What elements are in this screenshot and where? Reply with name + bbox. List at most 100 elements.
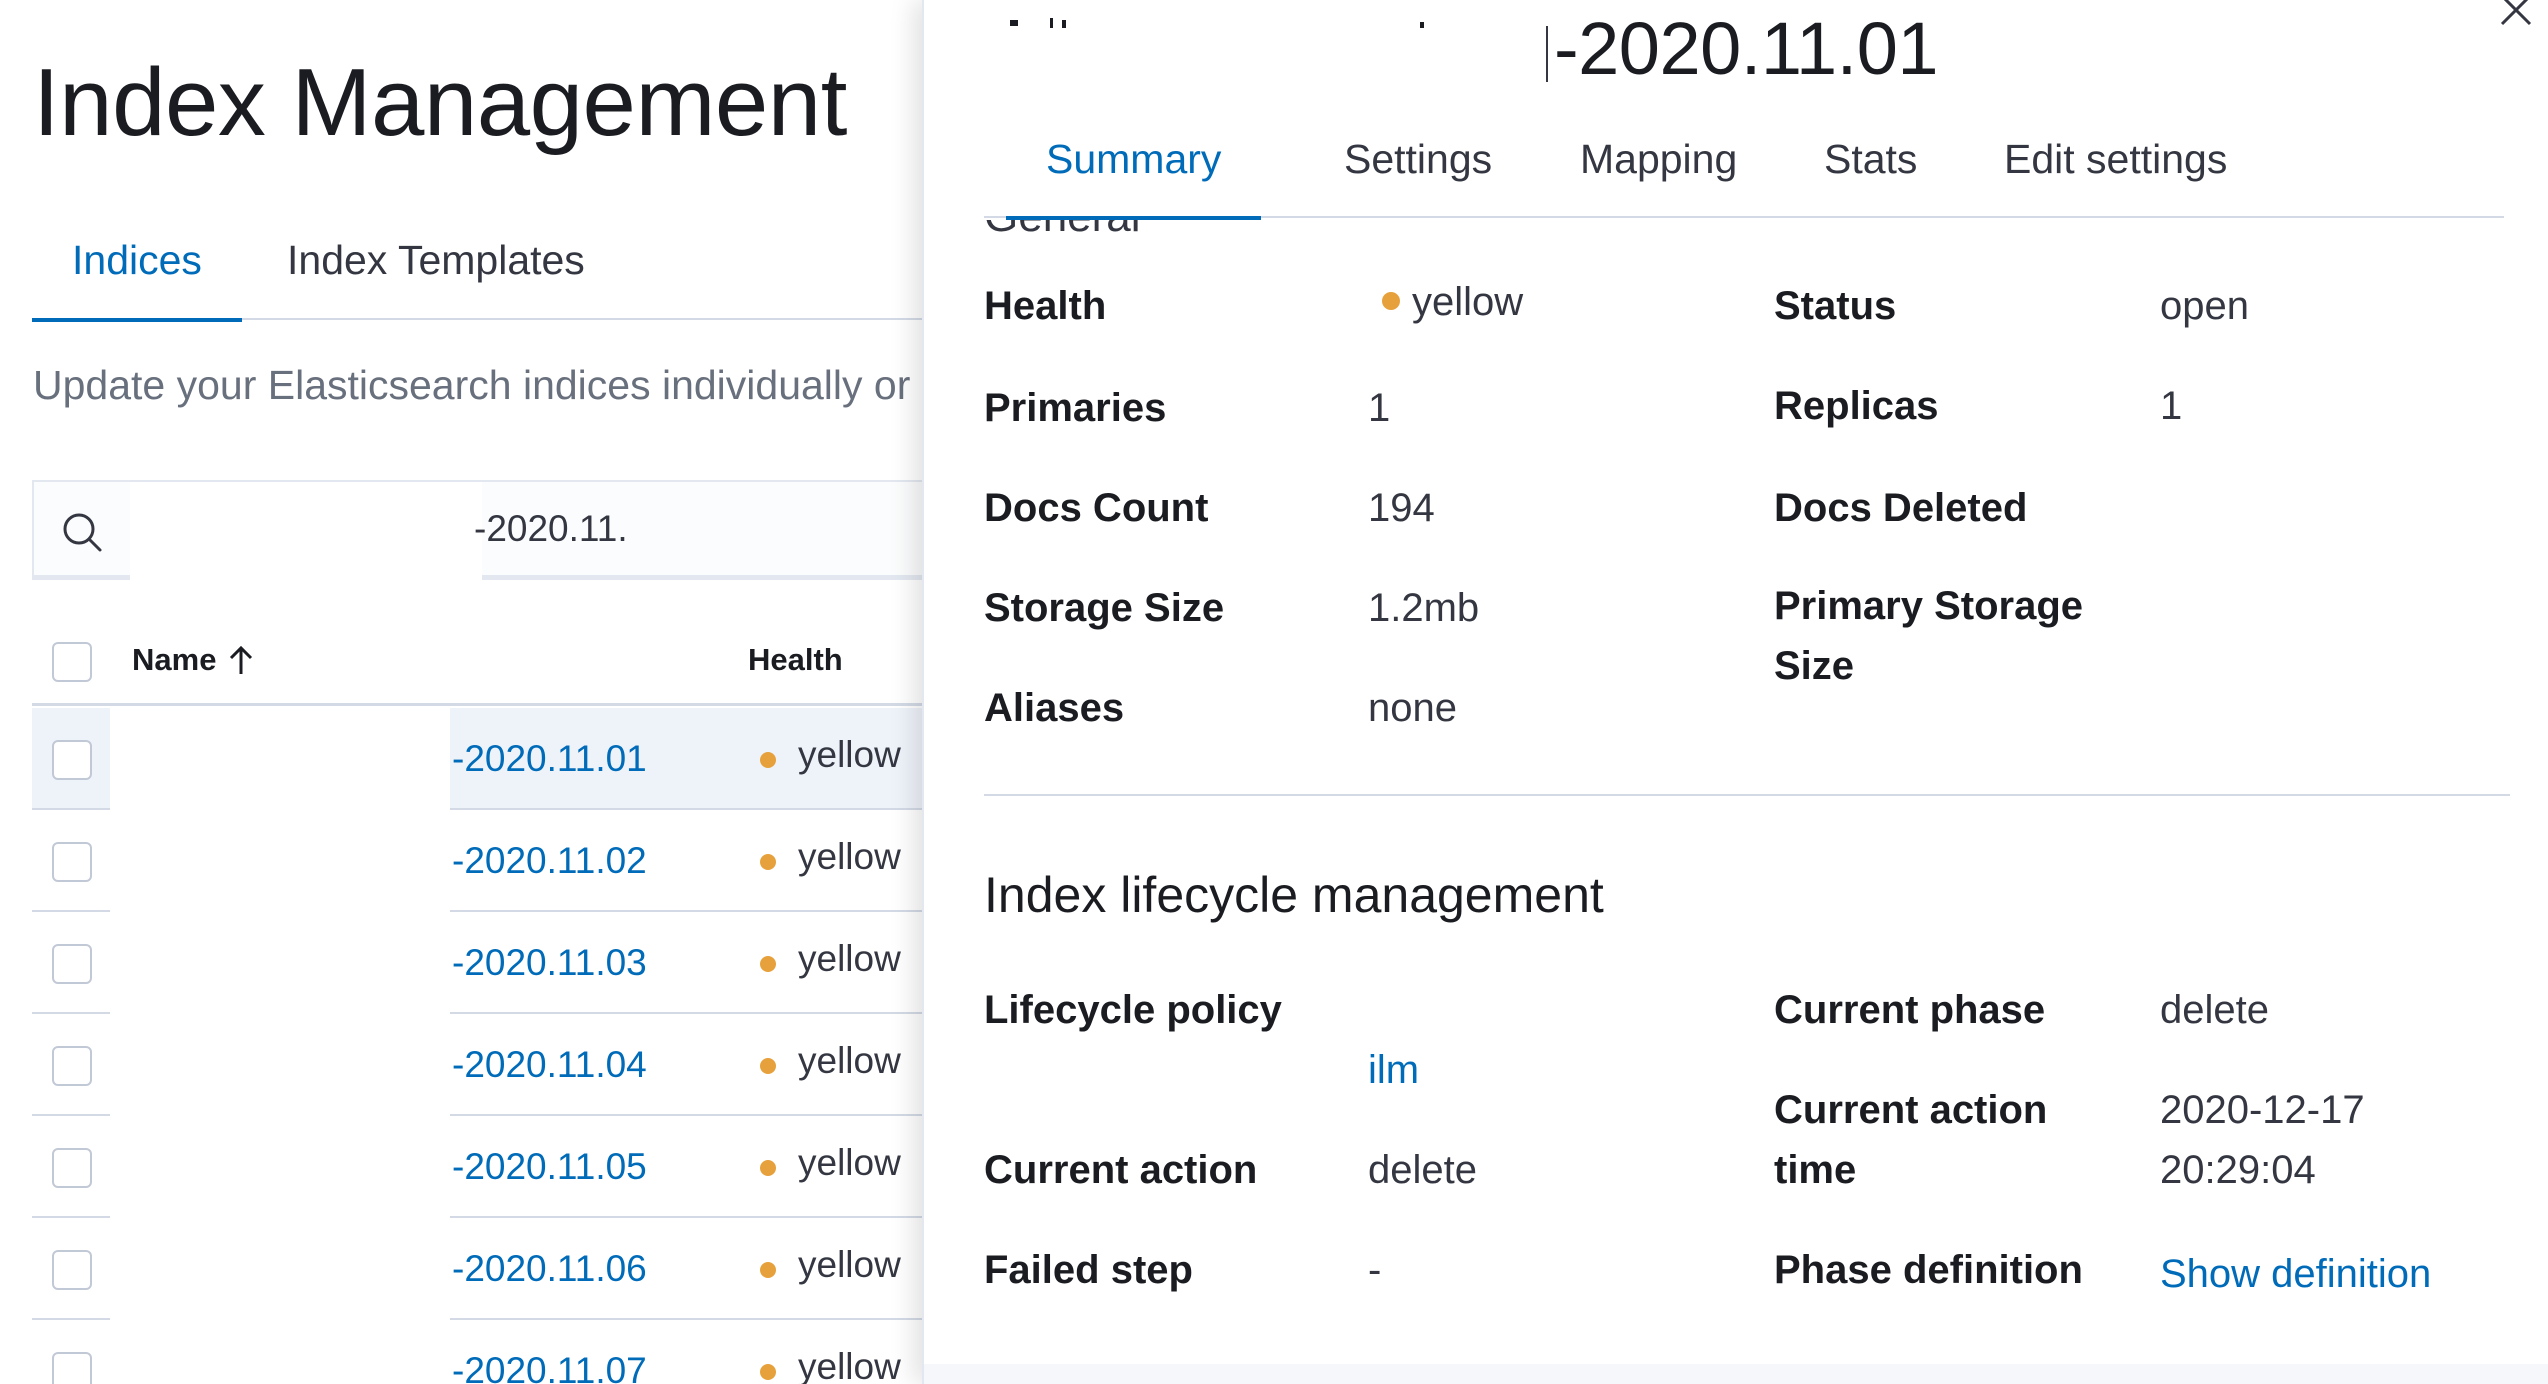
close-icon[interactable] <box>2496 0 2536 30</box>
health-dot-icon <box>1382 292 1400 310</box>
tab-settings[interactable]: Settings <box>1344 120 1492 218</box>
health-value: yellow <box>798 734 901 775</box>
current-action-time-clock: 20:29:04 <box>2160 1148 2316 1192</box>
flyout-title: -2020.11.01 <box>1546 6 1939 91</box>
index-management-tabs: Indices Index Templates <box>32 228 932 322</box>
health-dot-icon <box>760 1364 776 1380</box>
health-value: yellow <box>798 836 901 877</box>
table-row[interactable]: -2020.11.05 yellow <box>32 1116 952 1220</box>
index-name-link[interactable]: -2020.11.04 <box>452 1044 647 1086</box>
row-checkbox[interactable] <box>52 740 92 780</box>
current-action-label: Current action <box>984 1148 1258 1192</box>
index-name-link[interactable]: -2020.11.06 <box>452 1248 647 1290</box>
tab-summary[interactable]: Summary <box>1005 120 1262 220</box>
redacted-area <box>110 912 450 1016</box>
aliases-value: none <box>1368 686 1457 730</box>
tab-mapping[interactable]: Mapping <box>1580 120 1737 218</box>
docs-count-label: Docs Count <box>984 486 1209 530</box>
current-action-time-date: 2020-12-17 <box>2160 1088 2365 1132</box>
index-name-link[interactable]: -2020.11.07 <box>452 1350 647 1384</box>
current-action-time-label: Current action <box>1774 1088 2048 1132</box>
select-all-checkbox[interactable] <box>52 642 92 682</box>
current-phase-label: Current phase <box>1774 988 2046 1032</box>
row-checkbox[interactable] <box>52 944 92 984</box>
health-value: yellow <box>798 1346 901 1384</box>
flyout-footer <box>924 1364 2548 1384</box>
row-checkbox[interactable] <box>52 1250 92 1290</box>
lifecycle-policy-label: Lifecycle policy <box>984 988 1282 1032</box>
redacted-area <box>110 1014 450 1118</box>
health-dot-icon <box>760 1160 776 1176</box>
index-name-link[interactable]: -2020.11.02 <box>452 840 647 882</box>
redacted-area <box>110 1116 450 1220</box>
health-dot-icon <box>760 956 776 972</box>
health-dot-icon <box>760 1058 776 1074</box>
current-phase-value: delete <box>2160 988 2269 1032</box>
table-row[interactable]: -2020.11.04 yellow <box>32 1014 952 1118</box>
current-action-time-label-line2: time <box>1774 1148 1857 1192</box>
row-checkbox[interactable] <box>52 842 92 882</box>
flyout-body[interactable]: General Health yellow Status open Primar… <box>984 220 2510 1364</box>
tab-edit-settings[interactable]: Edit settings <box>2004 120 2227 218</box>
row-checkbox[interactable] <box>52 1148 92 1188</box>
table-row[interactable]: -2020.11.07 yellow <box>32 1320 952 1384</box>
text-caret <box>1546 26 1548 82</box>
redacted-area <box>110 810 450 914</box>
search-value: -2020.11. <box>474 508 628 549</box>
table-row[interactable]: -2020.11.01 yellow <box>32 708 952 812</box>
docs-count-value: 194 <box>1368 486 1435 530</box>
sort-ascending-icon[interactable] <box>226 644 256 676</box>
flyout-title-text: -2020.11.01 <box>1554 7 1939 90</box>
current-action-value: delete <box>1368 1148 1477 1192</box>
failed-step-value: - <box>1368 1248 1382 1292</box>
redacted-area <box>110 708 450 812</box>
health-dot-icon <box>760 854 776 870</box>
docs-deleted-label: Docs Deleted <box>1774 486 2028 530</box>
health-value: yellow <box>798 1040 901 1081</box>
table-row[interactable]: -2020.11.03 yellow <box>32 912 952 1016</box>
page-title: Index Management <box>33 49 847 156</box>
ilm-heading: Index lifecycle management <box>984 867 1604 923</box>
search-input[interactable]: -2020.11. <box>32 480 952 580</box>
health-value: yellow <box>798 1244 901 1285</box>
primary-storage-size-label-line2: Size <box>1774 644 1855 688</box>
storage-size-label: Storage Size <box>984 586 1225 630</box>
flyout-tabs: Summary Settings Mapping Stats Edit sett… <box>984 120 2504 220</box>
failed-step-label: Failed step <box>984 1248 1193 1292</box>
show-definition-link[interactable]: Show definition <box>2160 1244 2431 1304</box>
primaries-value: 1 <box>1368 386 1391 430</box>
index-name-link[interactable]: -2020.11.03 <box>452 942 647 984</box>
tab-stats[interactable]: Stats <box>1824 120 1917 218</box>
health-dot-icon <box>760 752 776 768</box>
lifecycle-policy-link[interactable]: ilm <box>1368 1040 1419 1100</box>
general-heading: General <box>984 220 1141 242</box>
tab-index-templates[interactable]: Index Templates <box>287 228 585 320</box>
page-description: Update your Elasticsearch indices indivi… <box>33 362 931 408</box>
section-divider <box>984 794 2510 796</box>
column-header-name[interactable]: Name <box>132 642 216 678</box>
redacted-title-remnant <box>1010 18 1424 28</box>
primary-storage-size-label: Primary Storage <box>1774 584 2084 628</box>
index-details-flyout: -2020.11.01 Summary Settings Mapping Sta… <box>922 0 2548 1384</box>
storage-size-value: 1.2mb <box>1368 586 1480 630</box>
index-name-link[interactable]: -2020.11.01 <box>452 738 647 780</box>
status-value: open <box>2160 284 2249 328</box>
health-value: yellow <box>1412 280 1524 324</box>
search-icon <box>63 513 102 552</box>
primaries-label: Primaries <box>984 386 1167 430</box>
row-checkbox[interactable] <box>52 1352 92 1384</box>
tab-indices[interactable]: Indices <box>32 228 242 322</box>
table-row[interactable]: -2020.11.02 yellow <box>32 810 952 914</box>
table-row[interactable]: -2020.11.06 yellow <box>32 1218 952 1322</box>
health-label: Health <box>984 284 1107 328</box>
row-checkbox[interactable] <box>52 1046 92 1086</box>
health-value: yellow <box>798 938 901 979</box>
replicas-value: 1 <box>2160 384 2183 428</box>
phase-definition-label: Phase definition <box>1774 1248 2083 1292</box>
replicas-label: Replicas <box>1774 384 1939 428</box>
index-name-link[interactable]: -2020.11.05 <box>452 1146 647 1188</box>
status-label: Status <box>1774 284 1897 328</box>
health-dot-icon <box>760 1262 776 1278</box>
column-header-health[interactable]: Health <box>748 642 843 678</box>
redacted-area <box>130 482 482 580</box>
